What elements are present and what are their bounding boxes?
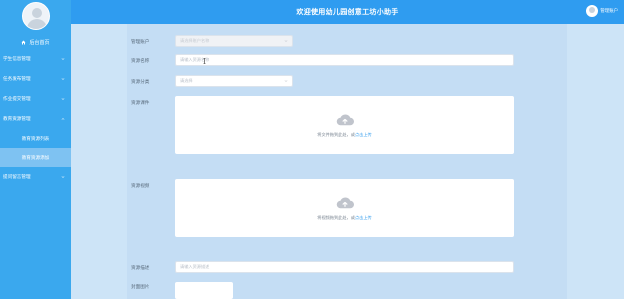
desc-input[interactable]: 请输入资源描述: [175, 261, 514, 273]
chevron-down-icon: [61, 176, 65, 179]
video-hint-text: 将视频拖到此处，或: [317, 214, 355, 220]
file-label: 资源课件: [131, 100, 150, 105]
sidebar-item-home[interactable]: 后台首页: [0, 35, 71, 49]
chevron-down-icon: [61, 58, 65, 61]
file-upload-area[interactable]: 将文件拖到此处，或点击上传: [175, 96, 514, 154]
sidebar-item-messages[interactable]: 提问留言管理: [0, 167, 71, 187]
sidebar-avatar-area: [0, 0, 71, 32]
sidebar-item-label: 教育资源管理: [3, 116, 31, 121]
sidebar-item-label: 作业提交管理: [3, 96, 31, 101]
account-select: 请选择账户名称: [175, 35, 293, 47]
video-upload-area[interactable]: 将视频拖到此处，或点击上传: [175, 179, 514, 237]
sidebar-home-label: 后台首页: [29, 39, 50, 46]
category-label: 资源分类: [131, 79, 150, 84]
user-avatar[interactable]: [586, 5, 599, 17]
home-icon: [21, 40, 26, 44]
sidebar-item-label: 任务发布管理: [3, 76, 31, 81]
cover-upload-box[interactable]: [175, 282, 233, 299]
video-upload-hint: 将视频拖到此处，或点击上传: [317, 215, 371, 221]
chevron-down-icon: [61, 78, 65, 81]
chevron-down-icon: [61, 98, 65, 101]
chevron-down-icon: [284, 40, 288, 43]
category-select[interactable]: 请选择: [175, 75, 293, 87]
sidebar-item-homework[interactable]: 作业提交管理: [0, 89, 71, 109]
video-upload-link[interactable]: 点击上传: [355, 215, 372, 220]
file-hint-text: 将文件拖到此处，或: [317, 131, 355, 137]
page-title: 欢迎使用幼儿园创意工坊小助手: [296, 9, 399, 16]
sidebar-subitem-resource-list[interactable]: 教育资源列表: [0, 129, 71, 148]
desc-label: 资源描述: [131, 265, 150, 270]
name-input[interactable]: 请输入资源名称: [175, 54, 514, 66]
name-label: 资源名称: [131, 58, 150, 63]
avatar-body-shape: [26, 19, 47, 29]
chevron-down-icon: [284, 80, 288, 83]
sidebar-subitem-resource-add[interactable]: 教育资源添加: [0, 148, 71, 167]
sidebar-item-label: 提问留言管理: [3, 174, 31, 179]
file-upload-link[interactable]: 点击上传: [355, 132, 372, 137]
cloud-upload-icon: [336, 196, 354, 208]
sidebar-item-students[interactable]: 学生信息管理: [0, 49, 71, 69]
account-label: 管理账户: [131, 39, 150, 44]
sidebar-subitem-label: 教育资源添加: [21, 154, 50, 160]
chevron-up-icon: [61, 117, 65, 120]
sidebar-subitem-label: 教育资源列表: [21, 135, 50, 141]
sidebar-item-tasks[interactable]: 任务发布管理: [0, 69, 71, 89]
avatar-head-shape: [31, 8, 42, 18]
sidebar-item-label: 学生信息管理: [3, 56, 31, 61]
sidebar-item-resources[interactable]: 教育资源管理: [0, 109, 71, 129]
user-menu[interactable]: 管理账户: [586, 5, 618, 17]
file-upload-hint: 将文件拖到此处，或点击上传: [317, 132, 371, 138]
top-header: 欢迎使用幼儿园创意工坊小助手 管理账户: [71, 0, 624, 24]
category-placeholder: 请选择: [180, 78, 193, 83]
user-name: 管理账户: [600, 8, 618, 13]
avatar[interactable]: [21, 2, 50, 30]
text-cursor-icon: [203, 58, 206, 64]
video-label: 资源视频: [131, 183, 150, 188]
main-content: 管理账户 请选择账户名称 资源名称 请输入资源名称 资源分类 请选择 资源课件 …: [71, 24, 624, 299]
sidebar: 后台首页 学生信息管理 任务发布管理 作业提交管理 教育资源管理 教育资源列表 …: [0, 0, 71, 299]
account-placeholder: 请选择账户名称: [180, 38, 210, 43]
cover-label: 封面图片: [131, 284, 150, 289]
cloud-upload-icon: [336, 113, 354, 125]
desc-placeholder: 请输入资源描述: [180, 264, 210, 269]
